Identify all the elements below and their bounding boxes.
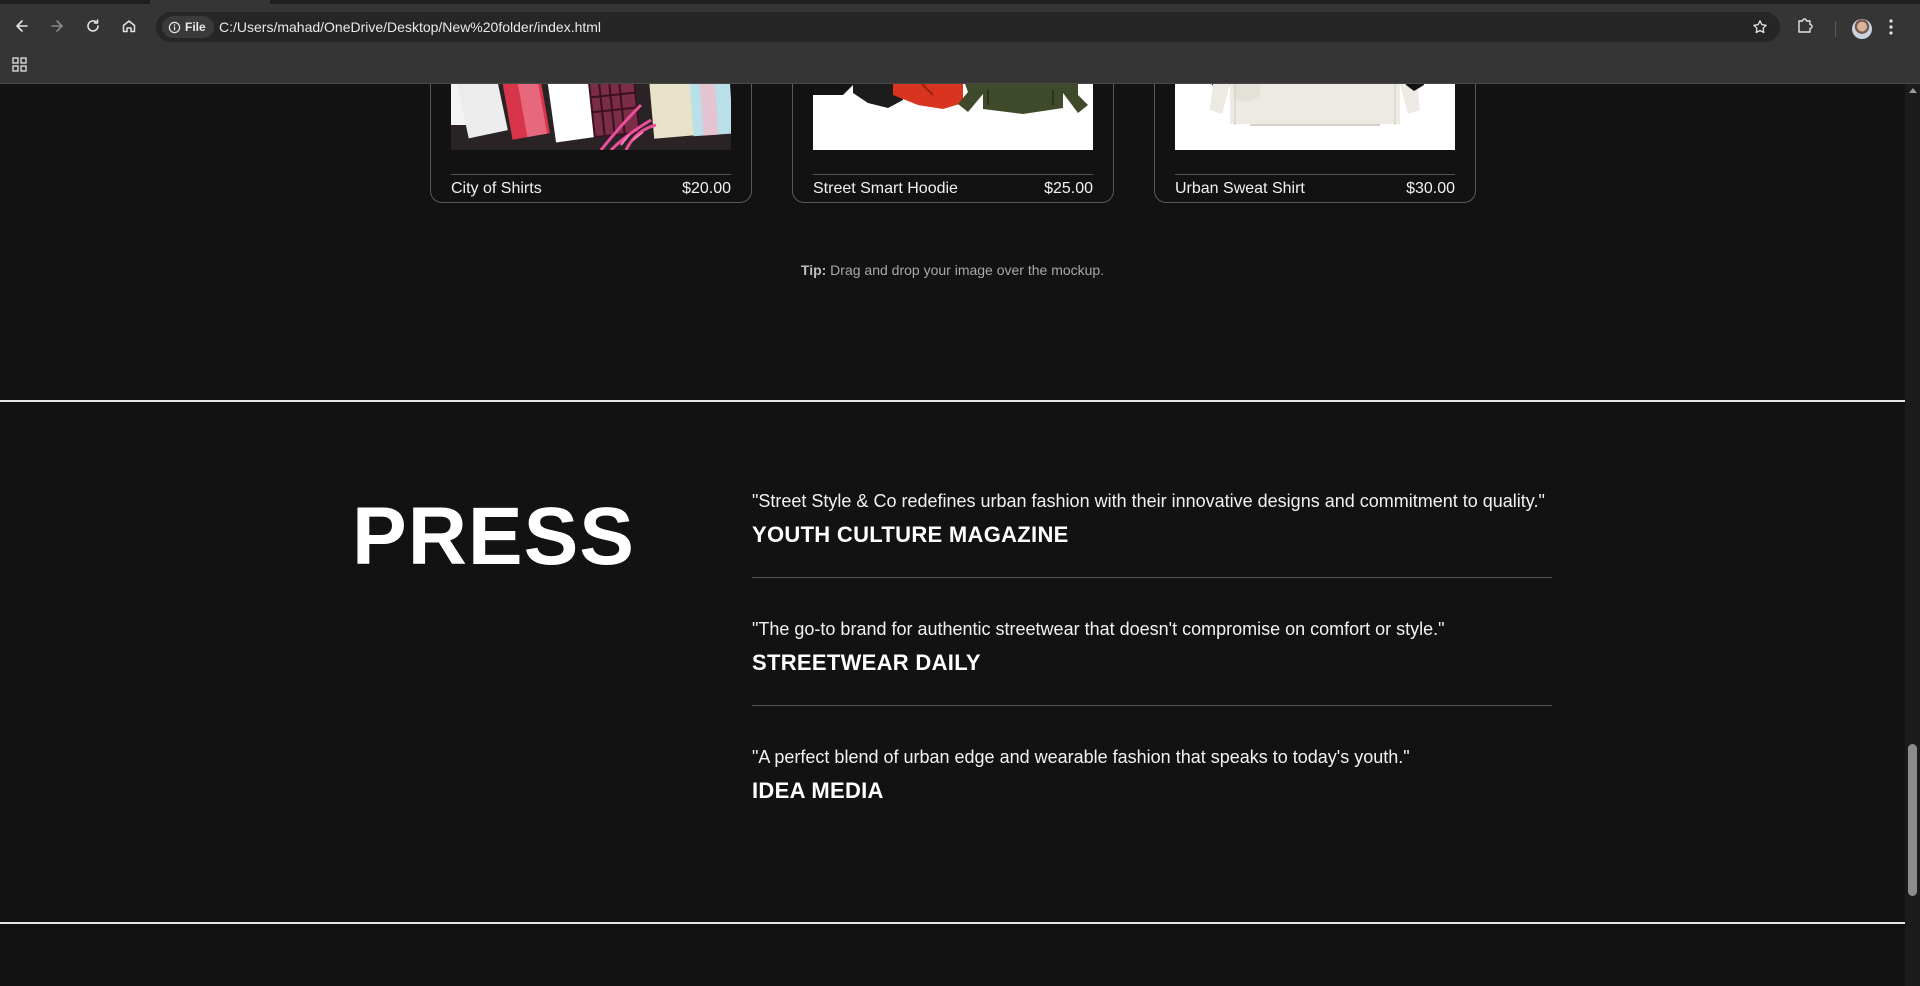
forward-button[interactable] (43, 12, 71, 40)
back-icon (16, 20, 28, 32)
apps-grid-icon (12, 57, 27, 72)
product-card[interactable]: Street Smart Hoodie $25.00 (792, 84, 1114, 203)
browser-toolbar: File C:/Users/mahad/OneDrive/Desktop/New… (0, 4, 1920, 48)
apps-button[interactable] (10, 55, 30, 80)
home-icon (122, 20, 136, 33)
tip-label: Tip: (800, 262, 827, 278)
url-text[interactable]: C:/Users/mahad/OneDrive/Desktop/New%20fo… (219, 19, 601, 35)
home-button[interactable] (115, 12, 143, 40)
info-icon (168, 21, 181, 33)
extensions-button[interactable] (1796, 16, 1814, 39)
product-image-hoodie (813, 84, 1093, 150)
product-card[interactable]: City of Shirts $20.00 (430, 84, 752, 203)
mockup-tip: Tip: Drag and drop your image over the m… (0, 262, 1905, 278)
file-chip-label: File (185, 20, 206, 34)
press-quote: "Street Style & Co redefines urban fashi… (752, 491, 1545, 511)
press-source: STREETWEAR DAILY (752, 650, 981, 675)
card-divider (813, 174, 1093, 175)
page-scrollbar[interactable] (1905, 84, 1920, 986)
scroll-up-arrow[interactable] (1909, 88, 1917, 93)
press-quote: "A perfect blend of urban edge and weara… (752, 747, 1410, 767)
product-name: Street Smart Hoodie (813, 180, 958, 197)
product-name: Urban Sweat Shirt (1175, 180, 1305, 197)
bookmarks-bar (0, 48, 1920, 84)
reload-button[interactable] (79, 12, 107, 40)
product-name: City of Shirts (451, 180, 542, 197)
menu-icon (1889, 19, 1893, 35)
scrollbar-thumb[interactable] (1908, 744, 1917, 896)
page-viewport: City of Shirts $20.00 Street Smart Hoodi… (0, 84, 1905, 986)
tip-text: Drag and drop your image over the mockup… (826, 262, 1105, 278)
card-divider (451, 174, 731, 175)
bookmark-star-button[interactable] (1752, 19, 1768, 40)
address-bar[interactable]: File C:/Users/mahad/OneDrive/Desktop/New… (156, 12, 1780, 42)
forward-icon (51, 20, 63, 32)
star-icon (1753, 20, 1767, 34)
back-button[interactable] (8, 12, 36, 40)
press-heading: PRESS (352, 491, 635, 582)
section-divider-bottom (0, 922, 1905, 924)
site-info-chip[interactable]: File (162, 16, 214, 38)
product-price: $20.00 (682, 180, 731, 197)
product-price: $30.00 (1406, 180, 1455, 197)
press-divider (752, 705, 1552, 706)
press-source: YOUTH CULTURE MAGAZINE (752, 522, 1069, 547)
press-quote: "The go-to brand for authentic streetwea… (752, 619, 1445, 639)
reload-icon (87, 19, 99, 32)
product-image-sweatshirt (1175, 84, 1455, 150)
product-price: $25.00 (1044, 180, 1093, 197)
toolbar-separator (1835, 21, 1836, 37)
press-divider (752, 577, 1552, 578)
extensions-icon (1798, 18, 1813, 33)
browser-menu-button[interactable] (1888, 17, 1894, 42)
product-card[interactable]: Urban Sweat Shirt $30.00 (1154, 84, 1476, 203)
profile-avatar[interactable] (1852, 19, 1872, 39)
card-divider (1175, 174, 1455, 175)
section-divider-top (0, 400, 1905, 402)
product-image-shirts (451, 84, 731, 150)
press-source: IDEA MEDIA (752, 778, 884, 803)
